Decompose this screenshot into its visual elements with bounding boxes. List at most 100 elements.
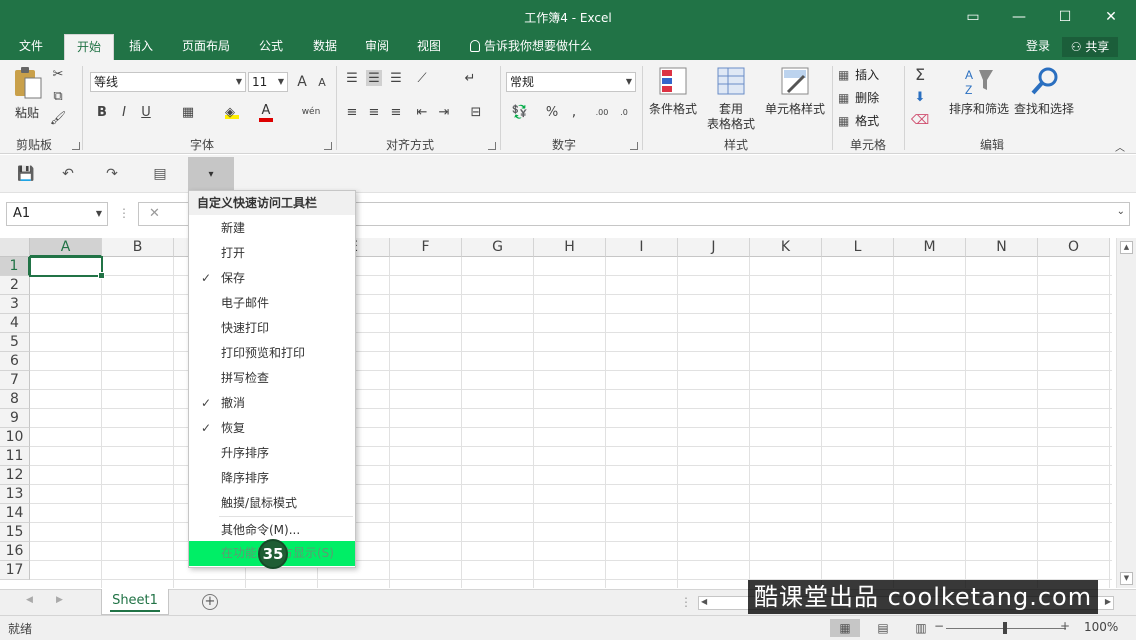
tab-formulas[interactable]: 公式 <box>248 34 294 60</box>
merge-center-icon[interactable]: ⊟ <box>468 104 484 120</box>
scroll-down-icon[interactable]: ▼ <box>1120 572 1133 585</box>
shrink-font-button[interactable]: A <box>314 74 330 90</box>
align-middle-icon[interactable]: ☰ <box>366 70 382 86</box>
page-layout-view-icon[interactable]: ▤ <box>868 619 898 637</box>
accounting-format-icon[interactable]: 💱 <box>512 104 528 120</box>
tab-home[interactable]: 开始 <box>64 34 114 60</box>
menu-item[interactable]: 打印预览和打印 <box>189 341 355 366</box>
ribbon-display-options-button[interactable]: ▭ <box>950 0 996 34</box>
italic-button[interactable]: I <box>116 104 132 120</box>
decrease-indent-icon[interactable]: ⇤ <box>414 104 430 120</box>
grow-font-button[interactable]: A <box>294 74 310 90</box>
tell-me-box[interactable]: 告诉我你想要做什么 <box>470 34 592 60</box>
scroll-left-icon[interactable]: ◀ <box>701 597 707 606</box>
menu-item[interactable]: ✓ 撤消 <box>189 391 355 416</box>
row-header[interactable]: 12 <box>0 466 30 485</box>
format-painter-icon[interactable]: 🖌 <box>50 110 67 126</box>
column-header[interactable]: M <box>894 238 966 257</box>
row-header[interactable]: 13 <box>0 485 30 504</box>
zoom-out-icon[interactable]: − <box>934 619 944 633</box>
decrease-decimal-icon[interactable]: .0 <box>616 104 632 120</box>
add-sheet-icon[interactable]: + <box>202 594 218 610</box>
maximize-button[interactable]: ☐ <box>1042 0 1088 34</box>
column-header[interactable]: O <box>1038 238 1110 257</box>
menu-item[interactable]: 电子邮件 <box>189 291 355 316</box>
normal-view-icon[interactable]: ▦ <box>830 619 860 637</box>
share-button[interactable]: ⚇ 共享 <box>1062 37 1118 57</box>
fill-color-icon[interactable]: ◈ <box>224 104 240 120</box>
font-color-icon[interactable]: A <box>258 103 274 122</box>
active-cell[interactable] <box>29 256 105 279</box>
format-cells-button[interactable]: ▦ 格式 <box>838 112 898 130</box>
menu-item[interactable]: 触摸/鼠标模式 <box>189 491 355 516</box>
align-top-icon[interactable]: ☰ <box>344 70 360 86</box>
row-header[interactable]: 1 <box>0 257 30 276</box>
row-header[interactable]: 8 <box>0 390 30 409</box>
menu-item[interactable]: ✓ 保存 <box>189 266 355 291</box>
row-header[interactable]: 3 <box>0 295 30 314</box>
scroll-right-icon[interactable]: ▶ <box>1105 597 1111 606</box>
comma-style-button[interactable]: , <box>566 104 582 120</box>
paste-button[interactable]: 粘贴 <box>8 66 46 126</box>
align-bottom-icon[interactable]: ☰ <box>388 70 404 86</box>
column-header[interactable]: I <box>606 238 678 257</box>
increase-decimal-icon[interactable]: .00 <box>594 104 610 120</box>
form-icon[interactable]: ▤ <box>150 164 170 184</box>
menu-item[interactable]: 打开 <box>189 241 355 266</box>
cell-styles-button[interactable]: 单元格样式 <box>762 66 828 132</box>
tab-review[interactable]: 审阅 <box>354 34 400 60</box>
tab-insert[interactable]: 插入 <box>118 34 164 60</box>
save-icon[interactable]: 💾 <box>16 164 36 184</box>
clear-icon[interactable]: ⌫ <box>911 112 929 128</box>
row-header[interactable]: 6 <box>0 352 30 371</box>
row-header[interactable]: 15 <box>0 523 30 542</box>
alignment-dialog-launcher[interactable] <box>488 142 496 150</box>
page-break-view-icon[interactable]: ▥ <box>906 619 936 637</box>
undo-icon[interactable]: ↶ <box>58 164 78 184</box>
tab-data[interactable]: 数据 <box>302 34 348 60</box>
row-header[interactable]: 10 <box>0 428 30 447</box>
find-select-button[interactable]: 查找和选择 <box>1012 66 1076 132</box>
collapse-ribbon-icon[interactable]: ︿ <box>1112 138 1128 154</box>
login-link[interactable]: 登录 <box>1026 34 1050 60</box>
column-header[interactable]: L <box>822 238 894 257</box>
close-button[interactable]: ✕ <box>1088 0 1134 34</box>
row-header[interactable]: 16 <box>0 542 30 561</box>
phonetic-button[interactable]: wén <box>300 104 322 120</box>
column-header[interactable]: K <box>750 238 822 257</box>
row-header[interactable]: 7 <box>0 371 30 390</box>
row-header[interactable]: 17 <box>0 561 30 580</box>
tab-splitter-icon[interactable]: ⋮ <box>680 595 692 609</box>
row-header[interactable]: 4 <box>0 314 30 333</box>
column-header[interactable]: F <box>390 238 462 257</box>
customize-qat-button[interactable]: ▾ <box>188 157 234 191</box>
sort-filter-button[interactable]: A Z 排序和筛选 <box>946 66 1012 132</box>
row-header[interactable]: 5 <box>0 333 30 352</box>
vertical-scrollbar[interactable]: ▲ ▼ <box>1116 238 1136 588</box>
prev-sheet-icon[interactable]: ◀ <box>26 595 33 605</box>
cancel-icon[interactable]: ✕ <box>149 206 160 221</box>
underline-button[interactable]: U <box>138 104 154 120</box>
autosum-icon[interactable]: Σ <box>912 65 928 84</box>
column-header[interactable]: J <box>678 238 750 257</box>
delete-cells-button[interactable]: ▦ 删除 <box>838 89 898 107</box>
zoom-slider-thumb[interactable] <box>1003 622 1007 634</box>
align-left-icon[interactable]: ≡ <box>344 104 360 120</box>
number-dialog-launcher[interactable] <box>630 142 638 150</box>
row-header[interactable]: 9 <box>0 409 30 428</box>
minimize-button[interactable]: — <box>996 0 1042 34</box>
number-format-combo[interactable]: 常规 ▼ <box>506 72 636 92</box>
expand-formula-bar-icon[interactable]: ⌄ <box>1117 206 1125 217</box>
copy-icon[interactable]: ⧉ <box>50 88 66 104</box>
menu-item[interactable]: 降序排序 <box>189 466 355 491</box>
zoom-in-icon[interactable]: + <box>1060 619 1070 633</box>
column-header[interactable]: N <box>966 238 1038 257</box>
row-header[interactable]: 14 <box>0 504 30 523</box>
borders-icon[interactable]: ▦ <box>180 104 196 120</box>
name-box[interactable]: A1 ▼ <box>6 202 108 226</box>
menu-item[interactable]: 拼写检查 <box>189 366 355 391</box>
orientation-icon[interactable]: ⟋ <box>414 70 430 86</box>
conditional-formatting-button[interactable]: 条件格式 <box>648 66 698 132</box>
clipboard-dialog-launcher[interactable] <box>72 142 80 150</box>
column-header[interactable]: B <box>102 238 174 257</box>
